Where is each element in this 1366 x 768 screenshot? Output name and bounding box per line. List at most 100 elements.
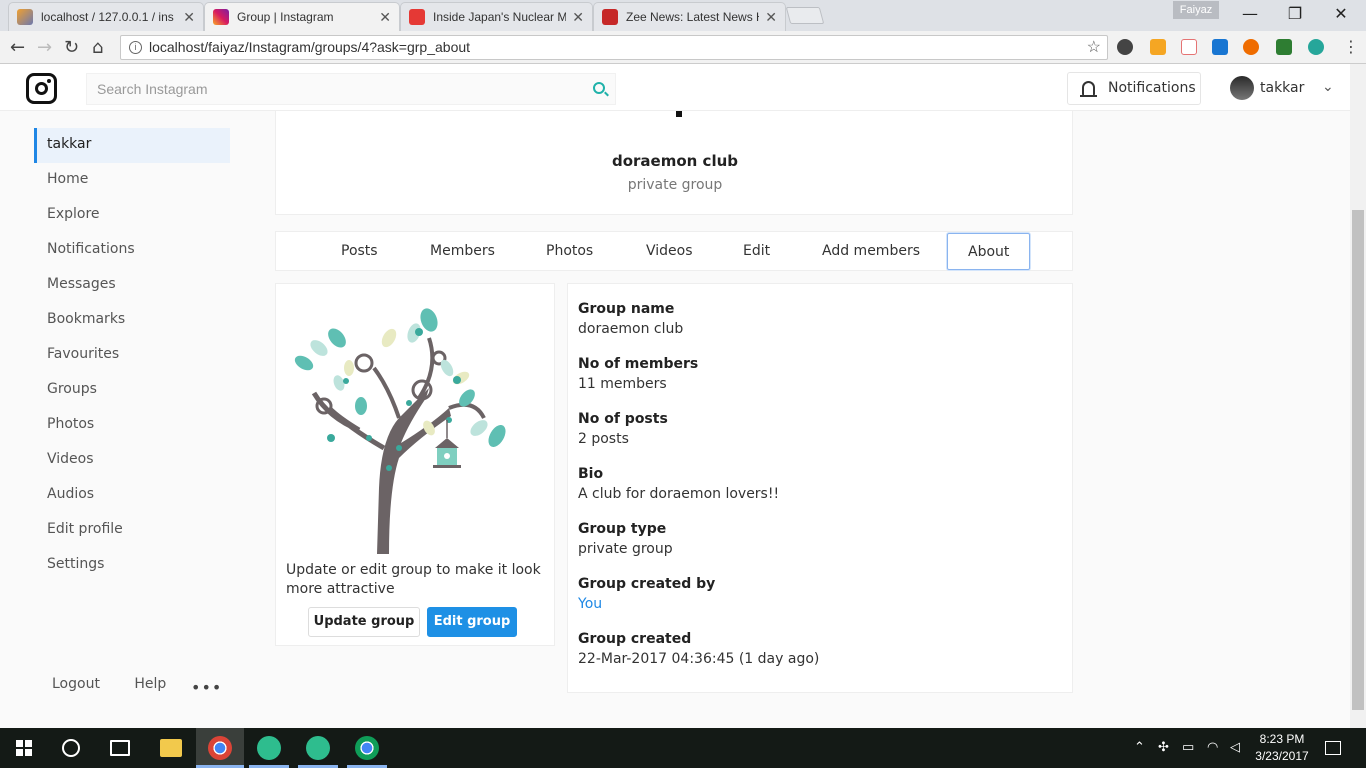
clock-date: 3/23/2017 [1255, 749, 1309, 763]
help-link[interactable]: Help [134, 676, 166, 692]
sidebar-item-messages[interactable]: Messages [34, 268, 230, 303]
extension-icon[interactable] [1150, 39, 1166, 55]
tab-members[interactable]: Members [430, 233, 495, 270]
task-view-icon[interactable] [110, 740, 130, 756]
tree-illustration [294, 308, 506, 554]
browser-tab-phpmyadmin[interactable]: localhost / 127.0.0.1 / ins ✕ [8, 2, 204, 31]
sidebar-footer: Logout Help [52, 676, 196, 692]
browser-toolbar: ← → ↻ ⌂ i localhost/faiyaz/Instagram/gro… [0, 31, 1366, 64]
windows-start-icon[interactable] [16, 740, 33, 757]
field-value: 22-Mar-2017 04:36:45 (1 day ago) [578, 651, 820, 667]
group-profile-card: doraemon club private group [275, 111, 1073, 215]
field-value: A club for doraemon lovers!! [578, 486, 780, 502]
restore-icon[interactable]: ❐ [1272, 4, 1318, 23]
extension-icon[interactable] [1243, 39, 1259, 55]
update-group-button[interactable]: Update group [308, 607, 420, 637]
browser-tab-zeenews[interactable]: Zee News: Latest News H ✕ [593, 2, 786, 31]
browser-tab-strip: localhost / 127.0.0.1 / ins ✕ Group | In… [0, 0, 1366, 31]
atom-icon[interactable] [306, 736, 330, 760]
volume-icon[interactable]: ◁ [1230, 740, 1240, 755]
promo-text: Update or edit group to make it look mor… [286, 562, 541, 597]
extension-icon[interactable] [1308, 39, 1324, 55]
edit-group-button[interactable]: Edit group [427, 607, 517, 637]
sidebar-item-explore[interactable]: Explore [34, 198, 230, 233]
chevron-up-icon[interactable]: ⌃ [1134, 740, 1145, 755]
home-icon[interactable]: ⌂ [92, 37, 103, 58]
group-type-label: private group [627, 177, 723, 193]
tab-title: Group | Instagram [237, 10, 334, 24]
close-tab-icon[interactable]: ✕ [765, 9, 777, 26]
about-field-group-name: Group name doraemon club [578, 299, 683, 339]
close-window-icon[interactable]: ✕ [1318, 4, 1364, 23]
browser-profile-chip[interactable]: Faiyaz [1173, 1, 1219, 19]
sidebar-item-photos[interactable]: Photos [34, 408, 230, 443]
reload-icon[interactable]: ↻ [64, 37, 79, 58]
browser-tab-youtube[interactable]: Inside Japan's Nuclear M ✕ [400, 2, 593, 31]
forward-icon[interactable]: → [37, 37, 52, 58]
back-icon[interactable]: ← [10, 37, 25, 58]
tab-videos[interactable]: Videos [646, 233, 693, 270]
close-tab-icon[interactable]: ✕ [572, 9, 584, 26]
extension-icon[interactable] [1181, 39, 1197, 55]
creator-link[interactable]: You [578, 594, 715, 614]
tab-about[interactable]: About [947, 233, 1031, 270]
zee-news-icon [602, 9, 618, 25]
chrome-icon[interactable] [355, 736, 379, 760]
chrome-menu-icon[interactable]: ⋮ [1343, 37, 1359, 56]
tab-posts[interactable]: Posts [341, 233, 378, 270]
wifi-icon[interactable]: ◠ [1207, 740, 1218, 755]
instagram-logo-icon[interactable] [26, 73, 57, 104]
cortana-icon[interactable] [62, 739, 80, 757]
user-menu[interactable]: takkar ⌄ [1230, 76, 1334, 101]
address-bar[interactable]: i localhost/faiyaz/Instagram/groups/4?as… [120, 35, 1108, 60]
tab-edit[interactable]: Edit [743, 233, 770, 270]
logout-link[interactable]: Logout [52, 676, 100, 692]
sidebar-item-favourites[interactable]: Favourites [34, 338, 230, 373]
action-center-icon[interactable] [1325, 741, 1341, 755]
sidebar-item-edit-profile[interactable]: Edit profile [34, 513, 230, 548]
about-field-type: Group type private group [578, 519, 673, 559]
download-extension-icon[interactable] [1212, 39, 1228, 55]
tab-title: Inside Japan's Nuclear M [433, 10, 567, 24]
field-label: Group name [578, 301, 675, 317]
youtube-icon [409, 9, 425, 25]
browser-tab-instagram[interactable]: Group | Instagram ✕ [204, 2, 400, 31]
sidebar-item-bookmarks[interactable]: Bookmarks [34, 303, 230, 338]
settings-extension-icon[interactable] [1117, 39, 1133, 55]
field-value: 11 members [578, 376, 667, 392]
sidebar-item-profile[interactable]: takkar [34, 128, 230, 163]
sidebar-item-notifications[interactable]: Notifications [34, 233, 230, 268]
search-input[interactable]: Search Instagram [86, 73, 616, 105]
file-explorer-icon[interactable] [160, 739, 182, 757]
minimize-icon[interactable]: — [1227, 4, 1273, 23]
dropbox-icon[interactable]: ✣ [1158, 740, 1169, 755]
tab-photos[interactable]: Photos [546, 233, 593, 270]
more-options-icon[interactable]: ••• [191, 678, 222, 697]
field-label: No of members [578, 356, 699, 372]
close-tab-icon[interactable]: ✕ [183, 9, 195, 26]
clock-time: 8:23 PM [1259, 732, 1305, 746]
extension-icon[interactable] [1276, 39, 1292, 55]
tab-add-members[interactable]: Add members [822, 233, 920, 270]
field-value: 2 posts [578, 431, 629, 447]
sidebar-item-home[interactable]: Home [34, 163, 230, 198]
bookmark-star-icon[interactable]: ☆ [1087, 36, 1101, 59]
username: takkar [1260, 80, 1305, 96]
search-icon[interactable] [593, 82, 605, 94]
sidebar-item-groups[interactable]: Groups [34, 373, 230, 408]
system-clock[interactable]: 8:23 PM 3/23/2017 [1252, 731, 1312, 765]
sidebar-item-audios[interactable]: Audios [34, 478, 230, 513]
info-icon[interactable]: i [129, 41, 142, 54]
field-label: Group created by [578, 576, 716, 592]
sidebar-item-settings[interactable]: Settings [34, 548, 230, 583]
notifications-button[interactable]: Notifications [1067, 72, 1201, 105]
chevron-down-icon[interactable]: ⌄ [1322, 75, 1334, 100]
new-tab-button[interactable] [785, 7, 825, 24]
atom-icon[interactable] [257, 736, 281, 760]
close-tab-icon[interactable]: ✕ [379, 9, 391, 26]
scrollbar-thumb[interactable] [1352, 210, 1364, 710]
chrome-icon[interactable] [208, 736, 232, 760]
battery-icon[interactable]: ▭ [1182, 740, 1194, 755]
site-header: Search Instagram Notifications takkar ⌄ [0, 64, 1350, 111]
sidebar-item-videos[interactable]: Videos [34, 443, 230, 478]
